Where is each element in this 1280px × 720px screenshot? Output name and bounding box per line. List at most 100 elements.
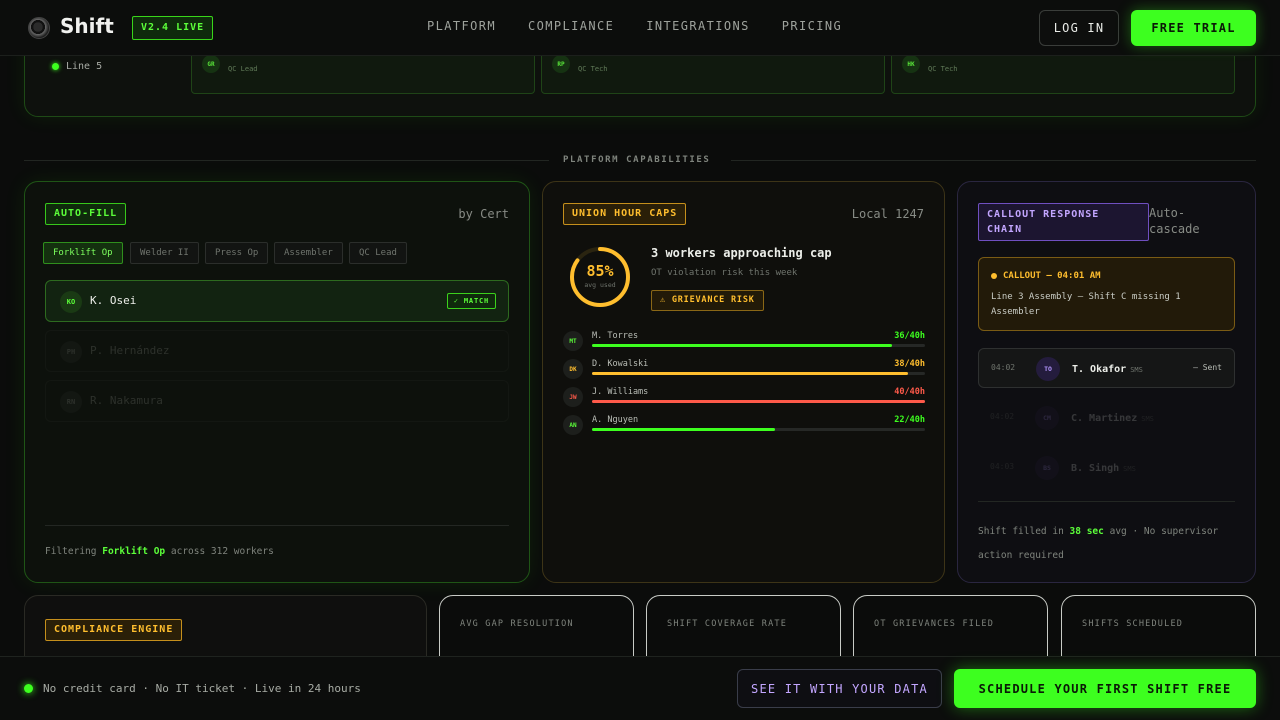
callout-alert-title: CALLOUT — 04:01 AM (991, 271, 1101, 281)
grievance-risk-badge: ⚠ GRIEVANCE RISK (651, 290, 764, 311)
chain-time: 04:03 (990, 462, 1015, 471)
worker-name: K. Osei (90, 294, 137, 307)
avatar: TO (1036, 357, 1060, 381)
brand-logo[interactable]: Shift (60, 14, 114, 38)
cert-chip-welder[interactable]: Welder II (130, 242, 199, 264)
chain-name: C. Martinez SMS (1071, 413, 1154, 424)
chain-time: 04:02 (990, 412, 1015, 421)
login-button[interactable]: LOG IN (1039, 10, 1119, 46)
worker-row[interactable]: PH P. Hernández (45, 330, 509, 372)
hours-row: AN A. Nguyen 22/40h (563, 415, 925, 439)
autofill-mode-label: by Cert (458, 207, 509, 221)
autofill-card: AUTO-FILL by Cert Forklift Op Welder II … (24, 181, 530, 583)
autofill-footer: Filtering Forklift Op across 312 workers (45, 546, 274, 557)
avatar: RN (60, 391, 82, 413)
stat-label: OT GRIEVANCES FILED (874, 619, 995, 629)
chain-row[interactable]: 04:02 CM C. Martinez SMS (978, 398, 1235, 438)
card-divider (45, 525, 509, 526)
worker-name: P. Hernández (90, 344, 170, 357)
see-with-data-button[interactable]: SEE IT WITH YOUR DATA (737, 669, 942, 708)
chain-name: T. Okafor SMS (1072, 364, 1143, 375)
hours-fill (592, 428, 776, 431)
avatar: KO (60, 291, 82, 313)
callout-tag: CALLOUT RESPONSE CHAIN (978, 203, 1149, 241)
worker-role: QC Tech (928, 65, 958, 73)
chain-name: B. Singh SMS (1071, 463, 1136, 474)
hours-row: JW J. Williams 40/40h (563, 387, 925, 411)
avatar: RP (552, 55, 570, 73)
hours-row: DK D. Kowalski 38/40h (563, 359, 925, 383)
avatar: JW (563, 387, 583, 407)
status-dot-icon (52, 63, 59, 70)
avatar: BS (1035, 456, 1059, 480)
avatar: MT (563, 331, 583, 351)
hours-fill (592, 344, 892, 347)
avatar: GR (202, 55, 220, 73)
hours-row: MT M. Torres 36/40h (563, 331, 925, 355)
logo-icon[interactable] (28, 17, 50, 39)
hours-value: 36/40h (894, 331, 925, 341)
chain-time: 04:02 (991, 363, 1016, 372)
ring-value: 85% (586, 262, 614, 280)
nav-links: PLATFORM COMPLIANCE INTEGRATIONS PRICING (427, 19, 842, 33)
cert-chip-assembler[interactable]: Assembler (274, 242, 343, 264)
worker-row[interactable]: RN R. Nakamura (45, 380, 509, 422)
worker-name: J. Williams (592, 387, 649, 397)
nav-link-platform[interactable]: PLATFORM (427, 19, 496, 33)
chain-row[interactable]: 04:03 BS B. Singh SMS (978, 448, 1235, 488)
hours-track (592, 400, 925, 403)
worker-name: A. Nguyen (592, 415, 639, 425)
worker-name: M. Torres (592, 331, 639, 341)
chain-status: — Sent (1193, 363, 1222, 372)
union-subtitle: OT violation risk this week (651, 268, 798, 278)
ring-subtitle: avg used (584, 281, 616, 289)
union-hour-caps-card: UNION HOUR CAPS Local 1247 85% avg used … (542, 181, 945, 583)
worker-role: QC Lead (228, 65, 258, 73)
worker-row[interactable]: KO K. Osei ✓ MATCH (45, 280, 509, 322)
union-tag: UNION HOUR CAPS (563, 203, 687, 225)
worker-role: QC Tech (578, 65, 608, 73)
callout-alert-text: Line 3 Assembly — Shift C missing 1 Asse… (991, 292, 1181, 317)
hours-fill (592, 400, 925, 403)
nav-link-pricing[interactable]: PRICING (782, 19, 842, 33)
callout-response-card: CALLOUT RESPONSE CHAIN Auto-cascade CALL… (957, 181, 1256, 583)
stat-label: AVG GAP RESOLUTION (460, 619, 574, 629)
cert-chip-qc-lead[interactable]: QC Lead (349, 242, 407, 264)
autofill-tag: AUTO-FILL (45, 203, 127, 225)
callout-alert: CALLOUT — 04:01 AM Line 3 Assembly — Shi… (978, 257, 1235, 331)
nav-link-compliance[interactable]: COMPLIANCE (528, 19, 614, 33)
avatar: PH (60, 341, 82, 363)
schedule-first-shift-button[interactable]: SCHEDULE YOUR FIRST SHIFT FREE (954, 669, 1256, 708)
hours-value: 22/40h (894, 415, 925, 425)
stat-label: SHIFTS SCHEDULED (1082, 619, 1184, 629)
avatar: CM (1035, 406, 1059, 430)
compliance-tag: COMPLIANCE ENGINE (45, 619, 183, 641)
stat-label: SHIFT COVERAGE RATE (667, 619, 788, 629)
hours-track (592, 372, 925, 375)
chain-row[interactable]: 04:02 TO T. Okafor SMS — Sent (978, 348, 1235, 388)
live-dot-icon (24, 684, 33, 693)
hours-track (592, 428, 925, 431)
cta-note: No credit card · No IT ticket · Live in … (24, 682, 361, 695)
section-divider (731, 160, 1256, 161)
avatar: AN (563, 415, 583, 435)
nav-link-integrations[interactable]: INTEGRATIONS (646, 19, 750, 33)
callout-mode-label: Auto-cascade (1149, 206, 1200, 236)
union-local-label: Local 1247 (851, 207, 924, 221)
hours-fill (592, 372, 909, 375)
sticky-cta-bar: No credit card · No IT ticket · Live in … (0, 656, 1280, 720)
card-divider (978, 501, 1235, 502)
cert-chip-forklift[interactable]: Forklift Op (43, 242, 123, 264)
worker-name: D. Kowalski (592, 359, 649, 369)
avatar: HK (902, 55, 920, 73)
worker-name: R. Nakamura (90, 394, 163, 407)
match-badge: ✓ MATCH (446, 293, 496, 309)
top-nav: Shift V2.4 LIVE PLATFORM COMPLIANCE INTE… (0, 0, 1280, 56)
cert-chip-press[interactable]: Press Op (205, 242, 269, 264)
line-status: Line 5 (52, 61, 102, 72)
free-trial-button[interactable]: FREE TRIAL (1131, 10, 1256, 46)
section-divider (24, 160, 549, 161)
section-title: PLATFORM CAPABILITIES (563, 155, 711, 165)
hours-value: 38/40h (894, 359, 925, 369)
union-title: 3 workers approaching cap (651, 246, 832, 260)
